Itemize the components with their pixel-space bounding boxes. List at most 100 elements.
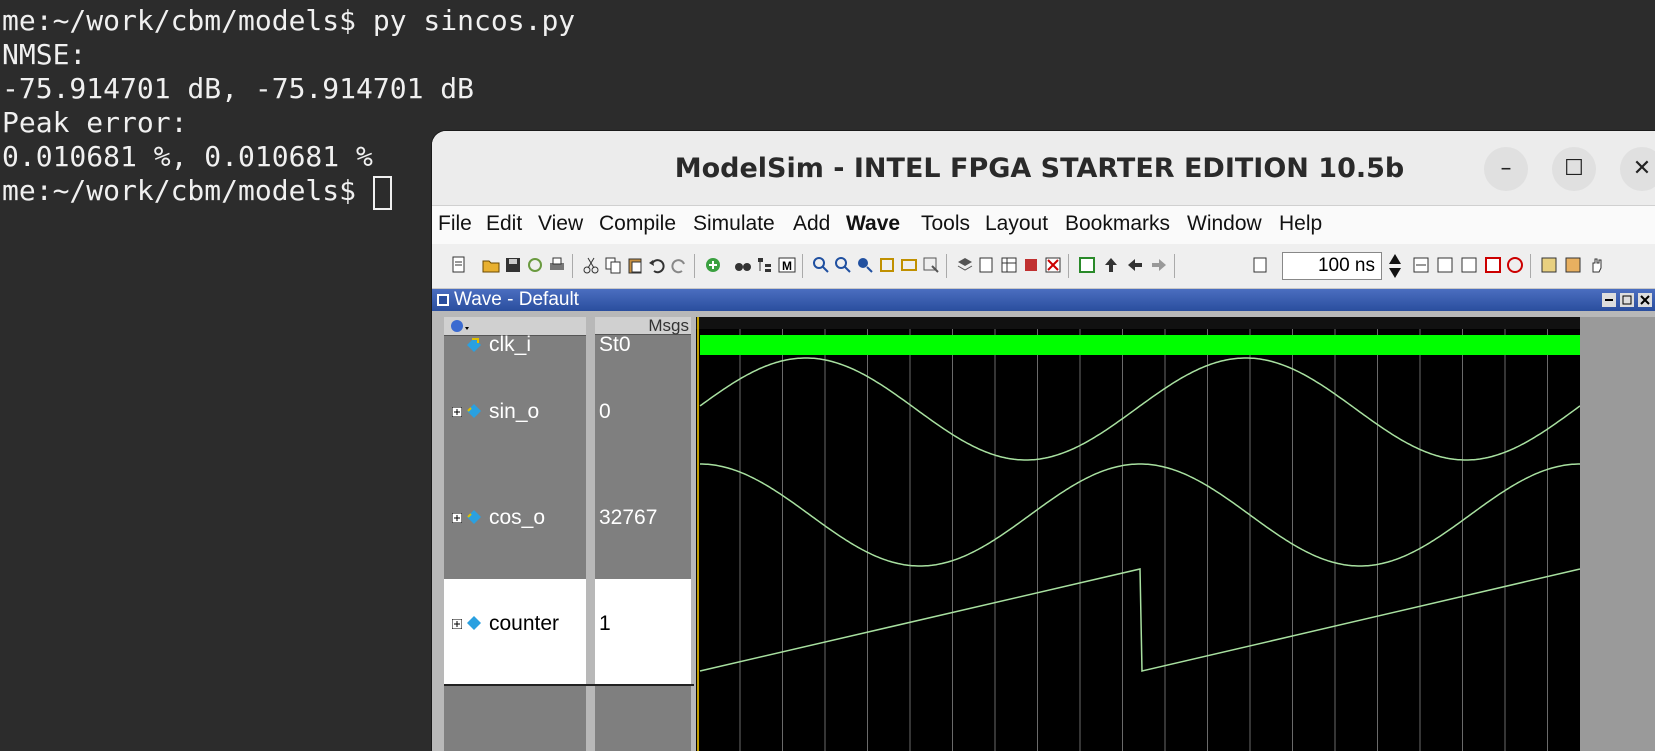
wave-edit-icon[interactable] [1564,256,1582,274]
expand-icon[interactable] [452,513,462,523]
close-icon: ✕ [1632,156,1652,181]
menu-wave[interactable]: Wave [846,212,900,236]
waveform-plot[interactable] [696,317,1655,751]
toolbar-separator [802,254,803,278]
menu-edit[interactable]: Edit [486,212,522,236]
minimize-button[interactable]: – [1484,147,1528,191]
break-icon[interactable] [1022,256,1040,274]
layers-icon[interactable] [956,256,974,274]
hierarchy-icon[interactable] [756,256,774,274]
new-file-icon[interactable] [450,256,468,274]
run-icon[interactable] [1078,256,1096,274]
add-icon[interactable] [704,256,722,274]
close-button[interactable]: ✕ [1620,147,1655,191]
expand-icon[interactable] [452,619,462,629]
signal-name-cos-o[interactable]: cos_o [489,506,545,530]
continue-icon[interactable] [1460,256,1478,274]
paste-icon[interactable] [626,256,644,274]
hand-icon[interactable] [1588,256,1606,274]
terminal-line-peak-value: 0.010681 %, 0.010681 % [2,140,373,173]
modelsim-icon[interactable]: M [778,256,796,274]
wave-area[interactable]: Msgs clk_i St0 sin_o 0 cos_o 32767 count… [432,311,1655,751]
menu-simulate[interactable]: Simulate [693,212,775,236]
run-length-icon[interactable] [1252,256,1270,274]
minimize-icon: – [1500,156,1512,181]
wave-tools-icon[interactable] [1540,256,1558,274]
restart-icon[interactable] [1506,256,1524,274]
menu-view[interactable]: View [538,212,583,236]
vertical-scrollbar[interactable] [1580,317,1655,751]
zoom-in-icon[interactable] [812,256,830,274]
menu-help[interactable]: Help [1279,212,1322,236]
zoom-region-icon[interactable] [922,256,940,274]
signal-icon [467,338,481,352]
wave-pane-icon [437,294,449,306]
open-folder-icon[interactable] [482,256,500,274]
cut-icon[interactable] [582,256,600,274]
signal-value-sin-o: 0 [599,400,611,423]
delete-icon[interactable] [1044,256,1062,274]
bus-icon [467,404,481,418]
row-divider [444,684,694,686]
terminal-line-command: me:~/work/cbm/models$ py sincos.py [2,4,576,37]
svg-text:M: M [782,259,792,273]
toolbar-separator [946,254,947,278]
reload-icon[interactable] [526,256,544,274]
toolbar-separator [694,254,695,278]
wave-pane-title: Wave - Default [454,289,579,310]
stop-icon[interactable] [1484,256,1502,274]
print-icon[interactable] [548,256,566,274]
toolbar-separator [1174,254,1175,278]
redo-icon[interactable] [670,256,688,274]
arrow-up-icon[interactable] [1102,256,1120,274]
wave-pane-header[interactable]: Wave - Default [432,289,1655,311]
step-over-icon[interactable] [1436,256,1454,274]
zoom-full-icon[interactable] [856,256,874,274]
counter-trace [699,568,1581,672]
step-icon[interactable] [1412,256,1430,274]
bus-icon [467,510,481,524]
menu-layout[interactable]: Layout [985,212,1048,236]
zoom-cursor-icon[interactable] [878,256,896,274]
modelsim-window[interactable]: ModelSim - INTEL FPGA STARTER EDITION 10… [432,131,1655,751]
signal-value-clk-i: St0 [599,333,631,356]
menu-bookmarks[interactable]: Bookmarks [1065,212,1170,236]
signal-name-clk-i[interactable]: clk_i [489,333,531,357]
save-icon[interactable] [504,256,522,274]
menu-tools[interactable]: Tools [921,212,970,236]
arrow-right-icon[interactable] [1150,256,1168,274]
terminal-prompt-text: me:~/work/cbm/models$ [2,174,373,207]
signal-name-sin-o[interactable]: sin_o [489,400,539,424]
terminal-line-nmse-value: -75.914701 dB, -75.914701 dB [2,72,475,105]
pane-minimize-icon[interactable] [1602,293,1616,307]
pane-undock-icon[interactable] [1620,293,1634,307]
edit-list-icon[interactable] [978,256,996,274]
find-icon[interactable] [734,256,752,274]
menu-file[interactable]: File [438,212,472,236]
signal-name-counter[interactable]: counter [489,612,559,636]
toolbar: M 100 ns [432,244,1655,289]
maximize-button[interactable]: ☐ [1552,147,1596,191]
run-length-stepper-icon[interactable] [1386,252,1404,280]
clk-i-trace [700,335,1580,355]
menu-compile[interactable]: Compile [599,212,676,236]
undo-icon[interactable] [648,256,666,274]
menu-window[interactable]: Window [1187,212,1262,236]
arrow-left-icon[interactable] [1126,256,1144,274]
time-gridlines [739,329,1591,751]
toolbar-separator [1068,254,1069,278]
signal-menu-icon[interactable] [450,319,472,333]
toolbar-separator [572,254,573,278]
terminal-prompt[interactable]: me:~/work/cbm/models$ [2,174,392,210]
copy-icon[interactable] [604,256,622,274]
run-length-input[interactable]: 100 ns [1282,252,1382,280]
expand-icon[interactable] [452,407,462,417]
zoom-range-icon[interactable] [900,256,918,274]
table-icon[interactable] [1000,256,1018,274]
bus-icon [467,616,481,630]
zoom-out-icon[interactable] [834,256,852,274]
menu-add[interactable]: Add [793,212,830,236]
pane-close-icon[interactable] [1638,293,1652,307]
terminal-line-peak-label: Peak error: [2,106,188,139]
title-bar[interactable]: ModelSim - INTEL FPGA STARTER EDITION 10… [432,131,1655,205]
